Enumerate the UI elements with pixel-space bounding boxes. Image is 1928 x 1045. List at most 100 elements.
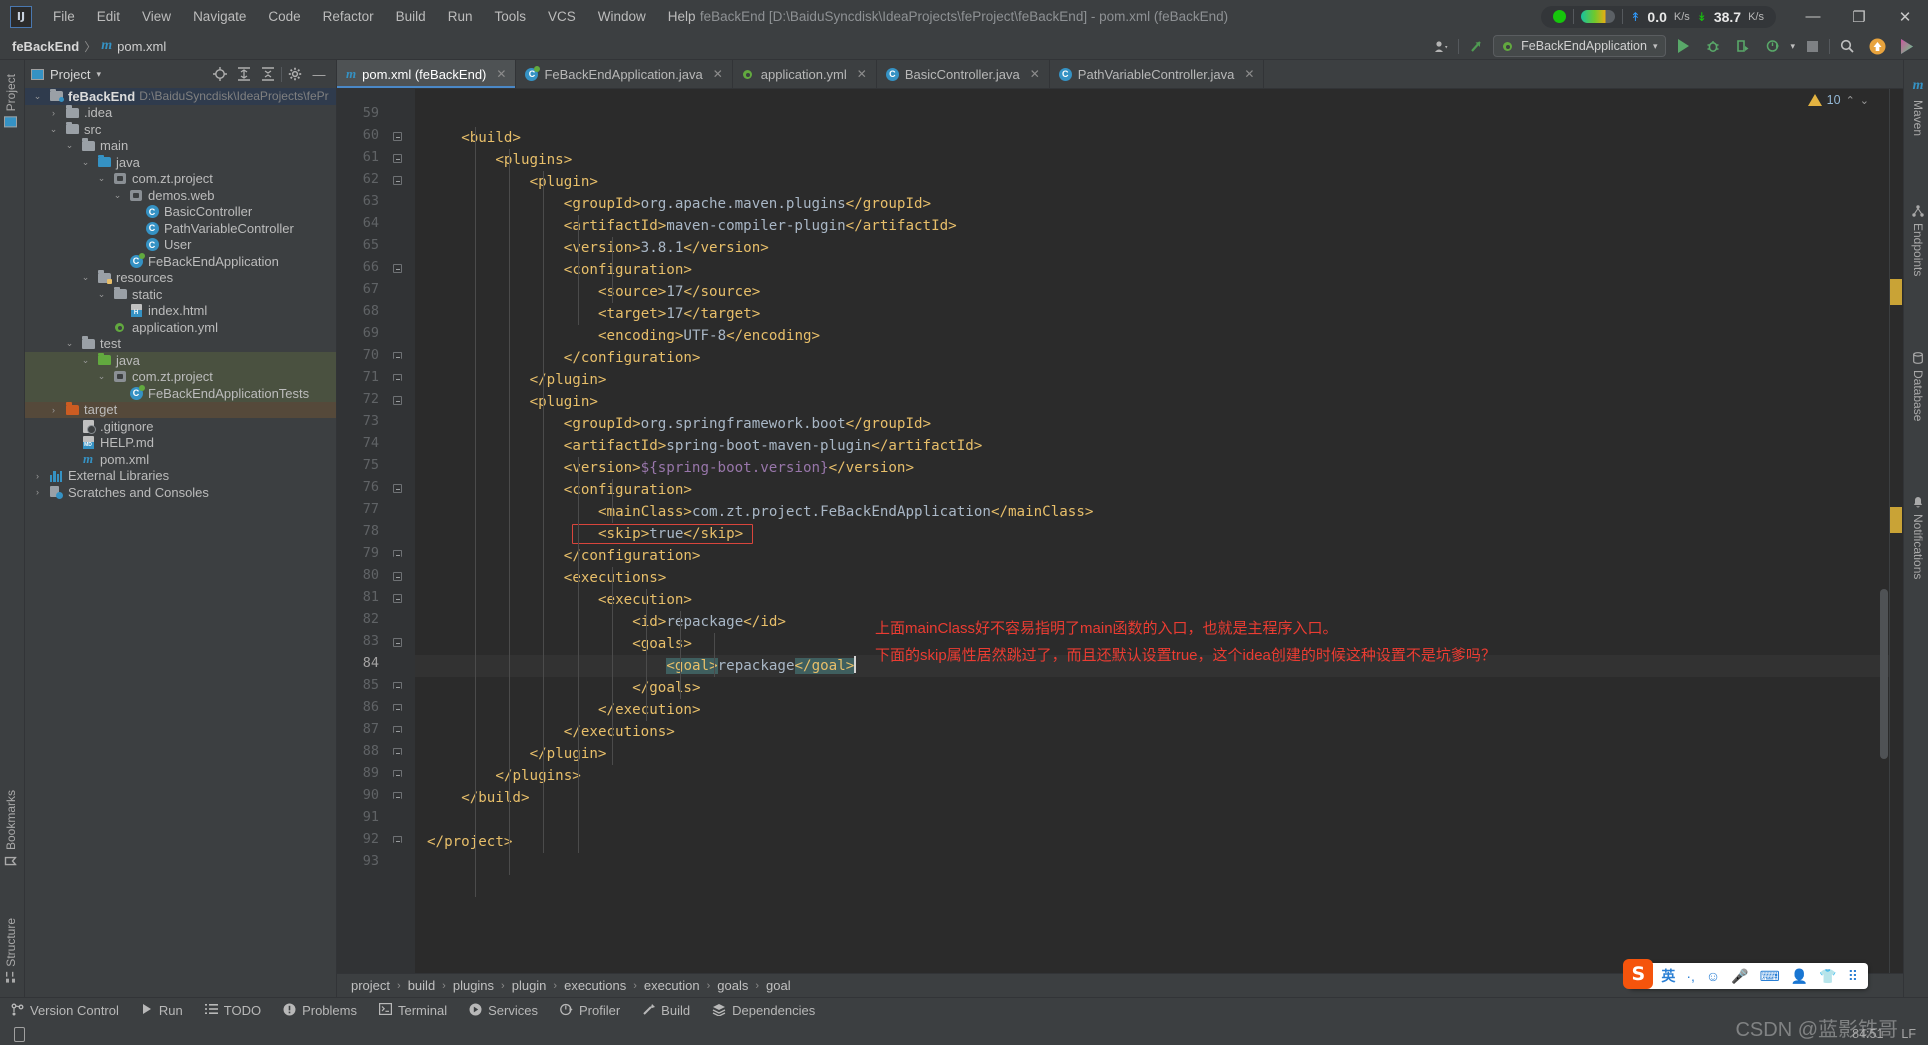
tree-node-demos-web[interactable]: ⌄ demos.web xyxy=(25,187,336,204)
run-button[interactable] xyxy=(1670,35,1696,57)
strip-item-bookmarks[interactable]: Bookmarks xyxy=(4,790,18,867)
maximize-button[interactable]: ❐ xyxy=(1836,0,1882,33)
tree-expand-arrow-icon[interactable]: ⌄ xyxy=(31,91,44,102)
tree-node-scratches-and-consoles[interactable]: › Scratches and Consoles xyxy=(25,484,336,501)
expand-all-icon[interactable] xyxy=(233,63,255,85)
tree-node-application-yml[interactable]: application.yml xyxy=(25,319,336,336)
ime-toolbox-icon[interactable]: ⠿ xyxy=(1848,968,1858,985)
fold-region-icon[interactable] xyxy=(393,176,404,187)
tree-expand-arrow-icon[interactable]: ⌄ xyxy=(79,157,92,168)
tool-window-run[interactable]: Run xyxy=(130,1000,194,1021)
tool-window-services[interactable]: Services xyxy=(458,1000,549,1022)
breadcrumb-item-plugin[interactable]: plugin xyxy=(512,978,547,993)
tree-node-target[interactable]: › target xyxy=(25,401,336,418)
fold-region-icon[interactable] xyxy=(393,264,404,275)
tree-node-java[interactable]: ⌄ java xyxy=(25,352,336,369)
editor-code-content[interactable]: <build> <plugins> <plugin> <groupId>org.apa… xyxy=(415,89,1903,973)
menu-tools[interactable]: Tools xyxy=(483,5,537,28)
code-line[interactable]: <encoding>UTF-8</encoding> xyxy=(598,325,820,347)
ime-account-icon[interactable]: 👤 xyxy=(1791,968,1808,985)
tree-node-febackendapplication[interactable]: C FeBackEndApplication xyxy=(25,252,336,270)
tool-window-version-control[interactable]: Version Control xyxy=(0,1000,130,1022)
code-line[interactable]: <target>17</target> xyxy=(598,303,760,325)
tool-window-profiler[interactable]: Profiler xyxy=(549,1000,631,1022)
tree-node-index-html[interactable]: index.html xyxy=(25,303,336,320)
fold-end-icon[interactable] xyxy=(393,352,404,363)
fold-region-icon[interactable] xyxy=(393,638,404,649)
code-line[interactable]: <plugin> xyxy=(530,391,598,413)
close-icon[interactable]: ✕ xyxy=(1030,67,1040,81)
tree-node-src[interactable]: ⌄ src xyxy=(25,121,336,138)
editor-tab-basiccontroller-java[interactable]: C BasicController.java ✕ xyxy=(877,60,1050,88)
search-everywhere-icon[interactable] xyxy=(1834,35,1860,57)
collapse-all-icon[interactable] xyxy=(257,63,279,85)
fold-end-icon[interactable] xyxy=(393,704,404,715)
run-with-coverage-button[interactable] xyxy=(1730,35,1756,57)
tree-node-test[interactable]: ⌄ test xyxy=(25,336,336,353)
strip-item-database[interactable]: Database xyxy=(1911,352,1925,421)
breadcrumb-item-build[interactable]: build xyxy=(408,978,435,993)
settings-gear-icon[interactable] xyxy=(284,63,306,85)
breadcrumb-item-plugins[interactable]: plugins xyxy=(453,978,494,993)
fold-region-icon[interactable] xyxy=(393,154,404,165)
code-line[interactable]: <plugins> xyxy=(495,149,572,171)
menu-help[interactable]: Help xyxy=(657,5,707,28)
editor-gutter[interactable]: 59 60 61 62 63 64 65 66 67 68 69 70 71 72 73 74 75 76 77 78… xyxy=(337,89,415,973)
code-line[interactable]: <version>${spring-boot.version}</version… xyxy=(564,457,914,479)
breadcrumb-item-goal[interactable]: goal xyxy=(766,978,791,993)
fold-end-icon[interactable] xyxy=(393,550,404,561)
code-line[interactable]: </plugin> xyxy=(530,369,607,391)
breadcrumb-item-goals[interactable]: goals xyxy=(717,978,748,993)
bottom-tool-window-bar[interactable]: Version Control Run TODO Problems Terminal Se… xyxy=(0,997,1928,1023)
tree-node-user[interactable]: C User xyxy=(25,237,336,254)
code-line[interactable]: <configuration> xyxy=(564,479,692,501)
navbar-project-name[interactable]: feBackEnd xyxy=(12,39,79,54)
code-line[interactable]: <source>17</source> xyxy=(598,281,760,303)
code-line[interactable]: <executions> xyxy=(564,567,667,589)
tree-expand-arrow-icon[interactable]: ⌄ xyxy=(79,272,92,283)
project-tree[interactable]: ⌄ feBackEnd D:\BaiduSyncdisk\IdeaProjects\… xyxy=(25,88,336,501)
menu-edit[interactable]: Edit xyxy=(86,5,131,28)
strip-item-notifications[interactable]: Notifications xyxy=(1911,496,1925,579)
breadcrumb-item-executions[interactable]: executions xyxy=(564,978,626,993)
tree-node-pathvariablecontroller[interactable]: C PathVariableController xyxy=(25,220,336,237)
minimize-button[interactable]: — xyxy=(1790,0,1836,33)
chevron-down-icon[interactable]: ▾ xyxy=(1790,41,1795,52)
fold-region-icon[interactable] xyxy=(393,572,404,583)
close-icon[interactable]: ✕ xyxy=(857,67,867,81)
device-manager-icon[interactable] xyxy=(14,1026,25,1042)
run-configuration-selector[interactable]: FeBackEndApplication ▾ xyxy=(1493,35,1667,57)
tree-expand-arrow-icon[interactable]: ⌄ xyxy=(63,338,76,349)
code-line[interactable]: <version>3.8.1</version> xyxy=(564,237,769,259)
ime-keyboard-icon[interactable]: ⌨ xyxy=(1760,968,1780,985)
menu-vcs[interactable]: VCS xyxy=(537,5,587,28)
tree-expand-arrow-icon[interactable]: ⌄ xyxy=(95,173,108,184)
tool-window-todo[interactable]: TODO xyxy=(194,1000,272,1021)
fold-region-icon[interactable] xyxy=(393,396,404,407)
ime-mode-label[interactable]: 英 xyxy=(1661,966,1675,986)
fold-end-icon[interactable] xyxy=(393,792,404,803)
code-line[interactable]: <goal>repackage</goal> xyxy=(666,655,856,677)
code-line[interactable]: <plugin> xyxy=(530,171,598,193)
code-line[interactable]: <groupId>org.apache.maven.plugins</group… xyxy=(564,193,931,215)
update-available-icon[interactable] xyxy=(1864,35,1890,57)
ime-emoji-icon[interactable]: ☺ xyxy=(1706,968,1720,984)
strip-item-structure[interactable]: Structure xyxy=(4,918,18,983)
fold-end-icon[interactable] xyxy=(393,682,404,693)
menu-window[interactable]: Window xyxy=(587,5,657,28)
code-line[interactable]: </project> xyxy=(427,831,512,853)
code-line[interactable]: </executions> xyxy=(564,721,675,743)
ime-microphone-icon[interactable]: 🎤 xyxy=(1731,968,1748,985)
tree-expand-arrow-icon[interactable]: ⌄ xyxy=(95,289,108,300)
editor-tab-pom-xml-febackend-[interactable]: m pom.xml (feBackEnd) ✕ xyxy=(337,60,517,88)
code-line[interactable]: </plugin> xyxy=(530,743,607,765)
close-icon[interactable]: ✕ xyxy=(496,67,506,81)
editor-tab-bar[interactable]: m pom.xml (feBackEnd) ✕ C FeBackEndApplicati… xyxy=(337,60,1903,89)
network-monitor-widget[interactable]: ↟ 0.0 K/s ↡ 38.7 K/s xyxy=(1541,5,1776,28)
tree-expand-arrow-icon[interactable]: ⌄ xyxy=(47,124,60,135)
tool-window-terminal[interactable]: Terminal xyxy=(368,1000,458,1021)
code-line[interactable]: </execution> xyxy=(598,699,701,721)
editor-tab-febackendapplication-java[interactable]: C FeBackEndApplication.java ✕ xyxy=(516,60,733,88)
tree-expand-arrow-icon[interactable]: ⌄ xyxy=(111,190,124,201)
scroll-from-source-icon[interactable] xyxy=(209,63,231,85)
